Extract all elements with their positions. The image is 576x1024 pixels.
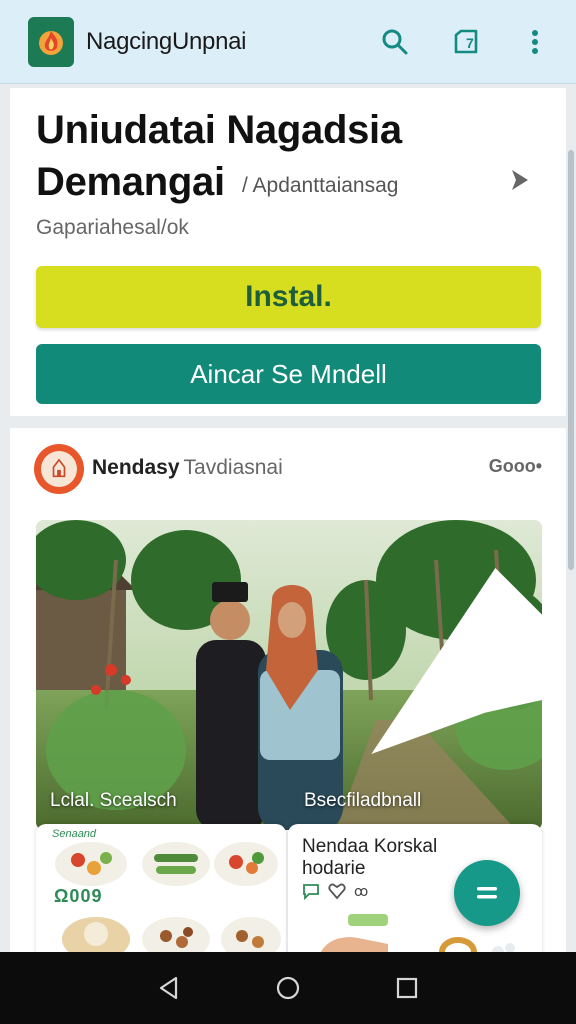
share-button[interactable]: 7 [440, 17, 490, 67]
post-author-handle: Tavdiasnai [183, 456, 283, 479]
share-badge-number: 7 [466, 35, 474, 51]
post-photo[interactable]: Lclal. Scealsch Bsecfiladbnall [36, 520, 542, 830]
recipe-actions: ꝏ [302, 882, 368, 900]
home-circle-icon [276, 976, 300, 1000]
system-navigation-bar [0, 952, 576, 1024]
avatar[interactable] [34, 444, 84, 494]
app-developer: Gapariahesal/ok [36, 216, 189, 239]
recipe-title: Nendaa Korskal hodarie [302, 836, 438, 879]
menu-icon [477, 887, 497, 899]
app-install-card: Uniudatai Nagadsia Demangai / Apdanttaia… [10, 88, 566, 416]
more-options-button[interactable] [510, 17, 560, 67]
food-tile-code: Ω009 [54, 886, 103, 906]
food-tile-label: Senaand [52, 828, 97, 840]
photo-caption-right: Bsecfiladbnall [304, 790, 422, 811]
scrollbar[interactable] [568, 150, 574, 570]
floating-action-button[interactable] [454, 860, 520, 926]
home-button[interactable] [268, 968, 308, 1008]
food-tile[interactable]: Senaand Ω009 [36, 824, 286, 964]
install-button[interactable]: Instal. [36, 266, 541, 328]
recents-square-icon [396, 977, 417, 999]
app-category[interactable]: / Apdanttaiansag [242, 174, 398, 198]
back-button[interactable] [149, 968, 189, 1008]
post-author[interactable]: Nendasy Tavdiasnai [92, 456, 283, 480]
more-vert-icon [532, 29, 538, 54]
secondary-action-button[interactable]: Aincar Se Mndell [36, 344, 541, 404]
search-icon [382, 29, 408, 54]
heart-icon[interactable] [328, 882, 346, 900]
play-icon[interactable] [232, 520, 542, 816]
temple-icon [52, 458, 66, 478]
comment-icon[interactable] [302, 882, 320, 900]
recipe-icon-text: ꝏ [354, 882, 369, 899]
chevron-right-icon[interactable] [508, 168, 532, 192]
app-logo [28, 16, 74, 67]
search-button[interactable] [370, 17, 420, 67]
calendar-share-icon: 7 [454, 29, 478, 53]
top-app-bar: NagcingUnpnai 7 [0, 0, 576, 84]
photo-caption-left: Lclal. Scealsch [50, 790, 177, 811]
post-author-name: Nendasy [92, 456, 180, 479]
flame-logo-icon [39, 30, 63, 55]
post-more-button[interactable]: Gooo• [489, 456, 542, 477]
recents-button[interactable] [387, 968, 427, 1008]
app-bar-title: NagcingUnpnai [86, 27, 247, 55]
back-triangle-icon [160, 976, 178, 1000]
